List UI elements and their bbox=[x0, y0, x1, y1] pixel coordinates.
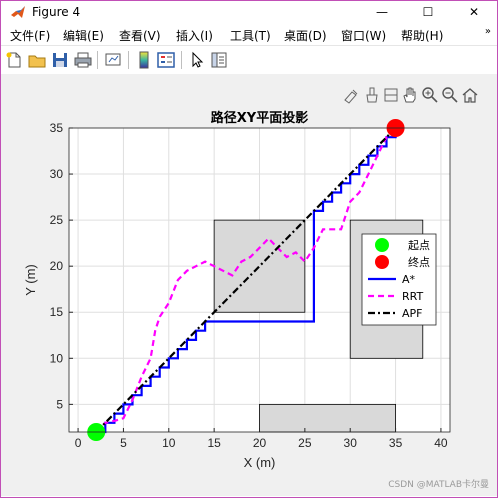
legend-label: RRT bbox=[402, 290, 423, 303]
legend-icon[interactable] bbox=[156, 50, 176, 70]
plot-area[interactable]: 0 5 10 15 20 25 30 35 40 5 10 15 20 25 30 35 路径XY平面投影 X (… bbox=[1, 74, 497, 496]
colorbar-icon[interactable] bbox=[134, 50, 154, 70]
legend-label: 终点 bbox=[408, 255, 430, 269]
menu-view[interactable]: 查看(V) bbox=[119, 27, 161, 44]
x-tick-label: 10 bbox=[162, 436, 176, 450]
menu-bar: 文件(F) 编辑(E) 查看(V) 插入(I) 工具(T) 桌面(D) 窗口(W… bbox=[1, 23, 497, 45]
title-bar: Figure 4 — ☐ ✕ bbox=[1, 1, 497, 22]
x-tick-label: 30 bbox=[344, 436, 358, 450]
save-icon[interactable] bbox=[50, 50, 70, 70]
legend-label: A* bbox=[402, 273, 416, 286]
y-tick-label: 5 bbox=[56, 397, 63, 411]
obstacle-rect bbox=[259, 403, 396, 433]
close-button[interactable]: ✕ bbox=[451, 1, 497, 22]
open-file-icon[interactable] bbox=[27, 50, 47, 70]
x-tick-label: 15 bbox=[207, 436, 221, 450]
x-tick-label: 25 bbox=[298, 436, 312, 450]
legend-start-symbol bbox=[375, 238, 389, 252]
obstacle-rect bbox=[213, 219, 306, 313]
figure-toolbar bbox=[1, 45, 497, 75]
print-icon[interactable] bbox=[73, 50, 93, 70]
maximize-button[interactable]: ☐ bbox=[405, 1, 451, 22]
y-tick-label: 20 bbox=[50, 259, 64, 273]
property-inspector-icon[interactable] bbox=[209, 50, 229, 70]
x-axis-label: X (m) bbox=[244, 455, 276, 470]
pointer-icon[interactable] bbox=[187, 50, 207, 70]
x-tick-label: 20 bbox=[253, 436, 267, 450]
y-tick-label: 15 bbox=[50, 305, 64, 319]
legend-label: APF bbox=[402, 307, 423, 320]
menu-overflow-icon[interactable]: » bbox=[485, 26, 491, 37]
menu-desktop[interactable]: 桌面(D) bbox=[284, 27, 327, 44]
figure-canvas: 0 5 10 15 20 25 30 35 40 5 10 15 20 25 30 35 路径XY平面投影 X (… bbox=[1, 74, 497, 496]
menu-edit[interactable]: 编辑(E) bbox=[63, 27, 104, 44]
menu-file[interactable]: 文件(F) bbox=[10, 27, 50, 44]
x-tick-label: 40 bbox=[434, 436, 448, 450]
menu-window[interactable]: 窗口(W) bbox=[341, 27, 386, 44]
x-tick-label: 5 bbox=[120, 436, 127, 450]
minimize-button[interactable]: — bbox=[359, 1, 405, 22]
link-plot-icon[interactable] bbox=[103, 50, 123, 70]
watermark-text: CSDN @MATLAB卡尔曼 bbox=[388, 480, 489, 490]
matlab-logo-icon bbox=[11, 5, 25, 18]
new-figure-icon[interactable] bbox=[4, 50, 24, 70]
legend-goal-symbol bbox=[375, 255, 389, 269]
legend-label: 起点 bbox=[408, 239, 430, 252]
toolbar-separator bbox=[128, 51, 129, 69]
menu-help[interactable]: 帮助(H) bbox=[401, 27, 443, 44]
window-title: Figure 4 bbox=[32, 4, 81, 19]
x-tick-label: 0 bbox=[75, 436, 82, 450]
menu-tools[interactable]: 工具(T) bbox=[230, 27, 271, 44]
x-tick-label: 35 bbox=[389, 436, 403, 450]
y-tick-label: 35 bbox=[50, 121, 64, 135]
toolbar-separator bbox=[97, 51, 98, 69]
menu-insert[interactable]: 插入(I) bbox=[176, 27, 213, 44]
y-axis-label: Y (m) bbox=[23, 264, 38, 296]
chart-title: 路径XY平面投影 bbox=[211, 110, 308, 126]
y-tick-label: 30 bbox=[50, 167, 64, 181]
toolbar-separator bbox=[181, 51, 182, 69]
y-tick-label: 25 bbox=[50, 213, 64, 227]
y-tick-label: 10 bbox=[50, 351, 64, 365]
